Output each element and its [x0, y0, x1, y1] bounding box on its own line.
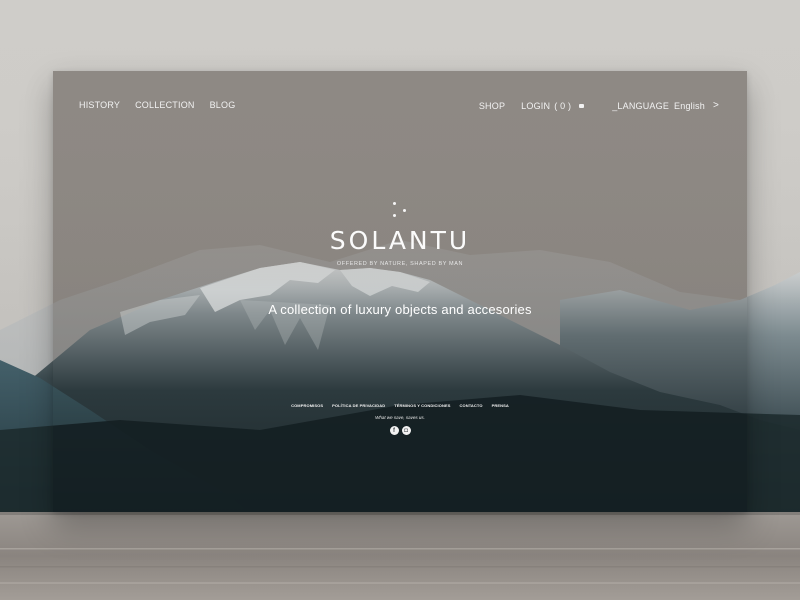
nav-collection-link[interactable]: COLLECTION	[135, 100, 195, 110]
footer-link-privacy[interactable]: POLÍTICA DE PRIVACIDAD	[332, 403, 385, 408]
facebook-icon[interactable]: f	[389, 426, 399, 435]
cart-count: ( 0 )	[554, 100, 572, 111]
nav-blog-link[interactable]: BLOG	[210, 100, 236, 110]
instagram-icon[interactable]: ◘	[401, 426, 411, 435]
primary-nav: HISTORY COLLECTION BLOG	[79, 100, 235, 110]
login-label: LOGIN	[521, 100, 551, 111]
footer-slogan: What we save, saves us.	[375, 415, 425, 420]
footer-link-contact[interactable]: CONTACTO	[460, 403, 483, 408]
social-links: f ◘	[53, 426, 747, 435]
footer-link-press[interactable]: PRENSA	[492, 403, 509, 408]
footer-link-terms[interactable]: TÉRMINOS Y CONDICIONES	[394, 403, 450, 408]
chevron-right-icon: >	[712, 100, 719, 111]
footer-links: COMPROMISOS POLÍTICA DE PRIVACIDAD TÉRMI…	[53, 403, 747, 408]
login-cart-link[interactable]: LOGIN ( 0 )	[521, 100, 585, 111]
brand-tagline: OFFERED BY NATURE, SHAPED BY MAN	[336, 261, 464, 267]
language-value: English	[674, 100, 705, 111]
footer-link-compromisos[interactable]: COMPROMISOS	[291, 403, 323, 408]
language-label: _LANGUAGE	[612, 100, 670, 111]
language-selector[interactable]: _LANGUAGE English >	[612, 100, 719, 111]
nav-history-link[interactable]: HISTORY	[79, 100, 120, 110]
nav-shop-link[interactable]: SHOP	[479, 101, 505, 111]
brand-title: SOLANTU	[329, 226, 471, 255]
logo-dots-icon	[392, 202, 410, 220]
hero-headline: A collection of luxury objects and acces…	[268, 302, 532, 317]
cart-icon	[579, 103, 585, 108]
top-navigation: HISTORY COLLECTION BLOG SHOP LOGIN ( 0 )…	[53, 71, 747, 141]
website-frame: HISTORY COLLECTION BLOG SHOP LOGIN ( 0 )…	[53, 71, 747, 512]
secondary-nav: SHOP LOGIN ( 0 ) _LANGUAGE English >	[479, 100, 719, 111]
